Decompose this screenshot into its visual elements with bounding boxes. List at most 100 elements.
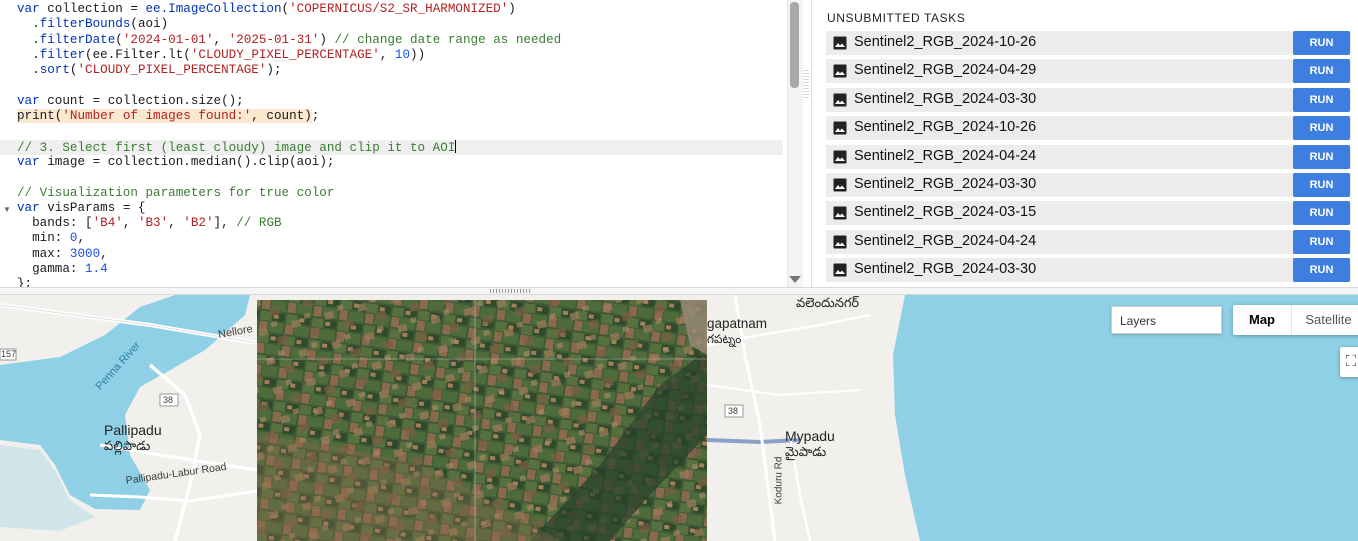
code-token: 'CLOUDY_PIXEL_PERCENTAGE' <box>77 63 267 78</box>
code-token: , <box>100 246 108 261</box>
code-token: 'B2' <box>183 216 214 231</box>
code-token: max: <box>17 246 70 261</box>
code-token: 'CLOUDY_PIXEL_PERCENTAGE' <box>190 47 380 62</box>
code-token: 1.4 <box>85 262 108 277</box>
image-icon <box>833 93 847 107</box>
code-token: // Visualization parameters for true col… <box>17 185 335 200</box>
text-cursor <box>455 139 457 153</box>
fullscreen-icon[interactable]: ⛶ <box>1340 347 1358 377</box>
code-token: print( <box>17 109 63 124</box>
code-token: ); <box>266 63 282 78</box>
run-button[interactable]: RUN <box>1293 144 1350 169</box>
task-row: Sentinel2_RGB_2024-04-24 RUN <box>826 229 1351 254</box>
panel-resize-handle[interactable] <box>803 70 809 98</box>
scroll-down-arrow-icon[interactable] <box>789 276 801 283</box>
code-token: 'Number of images found:' <box>62 109 252 124</box>
road <box>706 384 861 397</box>
code-line[interactable]: var visParams = { <box>17 201 787 216</box>
code-line[interactable]: var count = collection.size(); <box>17 94 787 109</box>
code-token: ) <box>508 2 516 16</box>
code-line[interactable]: var collection = ee.ImageCollection('COP… <box>17 2 787 17</box>
code-line[interactable]: .sort('CLOUDY_PIXEL_PERCENTAGE'); <box>17 63 787 78</box>
map-type-map-button[interactable]: Map <box>1233 305 1291 335</box>
code-token: collection = <box>39 2 146 16</box>
task-row: Sentinel2_RGB_2024-04-24 RUN <box>826 144 1351 169</box>
run-button[interactable]: RUN <box>1293 87 1350 112</box>
code-line[interactable] <box>17 78 787 93</box>
run-button[interactable]: RUN <box>1293 31 1350 55</box>
horizontal-splitter[interactable] <box>0 287 1358 295</box>
satellite-image-overlay <box>257 300 707 541</box>
run-button[interactable]: RUN <box>1293 229 1350 254</box>
image-icon <box>833 206 847 220</box>
code-token: )) <box>410 47 426 62</box>
code-token: , count) <box>251 109 312 124</box>
image-icon <box>833 263 847 277</box>
app-window: var collection = ee.ImageCollection('COP… <box>0 0 1358 541</box>
code-line[interactable]: .filterBounds(aoi) <box>17 17 787 32</box>
code-line[interactable]: .filter(ee.Filter.lt('CLOUDY_PIXEL_PERCE… <box>17 48 787 63</box>
run-button[interactable]: RUN <box>1293 116 1350 141</box>
task-row: Sentinel2_RGB_2024-03-15 RUN <box>826 201 1351 226</box>
code-token: visParams = { <box>39 200 146 215</box>
code-token: var <box>17 154 40 169</box>
code-token: // RGB <box>236 216 282 231</box>
code-token: gamma: <box>17 262 86 277</box>
code-token: ( <box>115 32 123 47</box>
run-button[interactable]: RUN <box>1293 59 1350 84</box>
task-name: Sentinel2_RGB_2024-04-24 <box>854 147 1037 164</box>
image-icon <box>833 150 847 164</box>
code-line[interactable] <box>17 124 787 139</box>
image-icon <box>833 178 847 192</box>
gapatnam-telugu-label: గపట్నం <box>707 332 742 346</box>
run-button[interactable]: RUN <box>1293 173 1350 197</box>
task-name: Sentinel2_RGB_2024-03-30 <box>854 261 1037 278</box>
task-name: Sentinel2_RGB_2024-03-15 <box>854 204 1037 221</box>
editor-scroll-thumb[interactable] <box>790 2 799 88</box>
code-token: ee.ImageCollection <box>145 2 282 16</box>
code-line[interactable]: bands: ['B4', 'B3', 'B2'], // RGB <box>17 216 787 231</box>
mypadu-telugu-label: మైపాడు <box>785 444 827 459</box>
code-line[interactable]: }; <box>17 277 787 287</box>
code-line[interactable]: max: 3000, <box>17 247 787 262</box>
code-line[interactable]: // Visualization parameters for true col… <box>17 186 787 201</box>
code-token: '2024-01-01' <box>122 32 214 47</box>
image-icon <box>833 36 847 50</box>
code-content[interactable]: var collection = ee.ImageCollection('COP… <box>0 2 787 287</box>
editor-scrollbar[interactable] <box>787 0 803 287</box>
code-token: , <box>77 231 86 246</box>
code-token: filterBounds <box>39 17 131 32</box>
code-token: (aoi) <box>130 17 169 32</box>
code-token: 3000 <box>69 246 101 261</box>
fold-arrow-icon[interactable]: ▼ <box>3 205 11 214</box>
task-row: Sentinel2_RGB_2024-10-26 RUN <box>826 116 1351 141</box>
code-line[interactable]: min: 0, <box>17 231 787 246</box>
map-view[interactable]: 157 38 38 Nellore Penna River Pallipadu … <box>0 295 1358 541</box>
map-type-toggle: Map Satellite <box>1233 305 1358 335</box>
run-button[interactable]: RUN <box>1293 258 1350 283</box>
code-line[interactable]: .filterDate('2024-01-01', '2025-01-31') … <box>17 33 787 48</box>
code-token: min: <box>17 231 70 246</box>
code-line[interactable]: print('Number of images found:', count); <box>17 109 787 124</box>
code-token: // 3. Select first (least cloudy) image … <box>17 140 456 155</box>
splitter-grip-icon[interactable] <box>490 289 532 293</box>
run-button[interactable]: RUN <box>1293 201 1350 226</box>
layers-button[interactable]: Layers <box>1111 306 1222 334</box>
code-token: '2025-01-31' <box>228 32 320 47</box>
code-token: sort <box>39 63 70 78</box>
code-line[interactable]: gamma: 1.4 <box>17 262 787 277</box>
code-token: // change date range as needed <box>334 32 562 47</box>
code-line[interactable]: var image = collection.median().clip(aoi… <box>17 155 787 170</box>
code-line[interactable]: // 3. Select first (least cloudy) image … <box>0 139 783 155</box>
code-line[interactable] <box>17 170 787 185</box>
code-token: 'B4' <box>92 216 123 231</box>
pallipadu-telugu-label: పల్లిపాడు <box>104 438 151 453</box>
code-token: var <box>17 2 40 16</box>
code-editor[interactable]: var collection = ee.ImageCollection('COP… <box>0 0 803 287</box>
code-token: , <box>122 216 138 231</box>
task-row: Sentinel2_RGB_2024-03-30 RUN <box>826 173 1351 197</box>
code-token: 10 <box>394 47 411 62</box>
task-name: Sentinel2_RGB_2024-03-30 <box>854 90 1037 107</box>
route-label-38-west: 38 <box>163 395 174 405</box>
map-type-satellite-button[interactable]: Satellite <box>1291 305 1358 335</box>
